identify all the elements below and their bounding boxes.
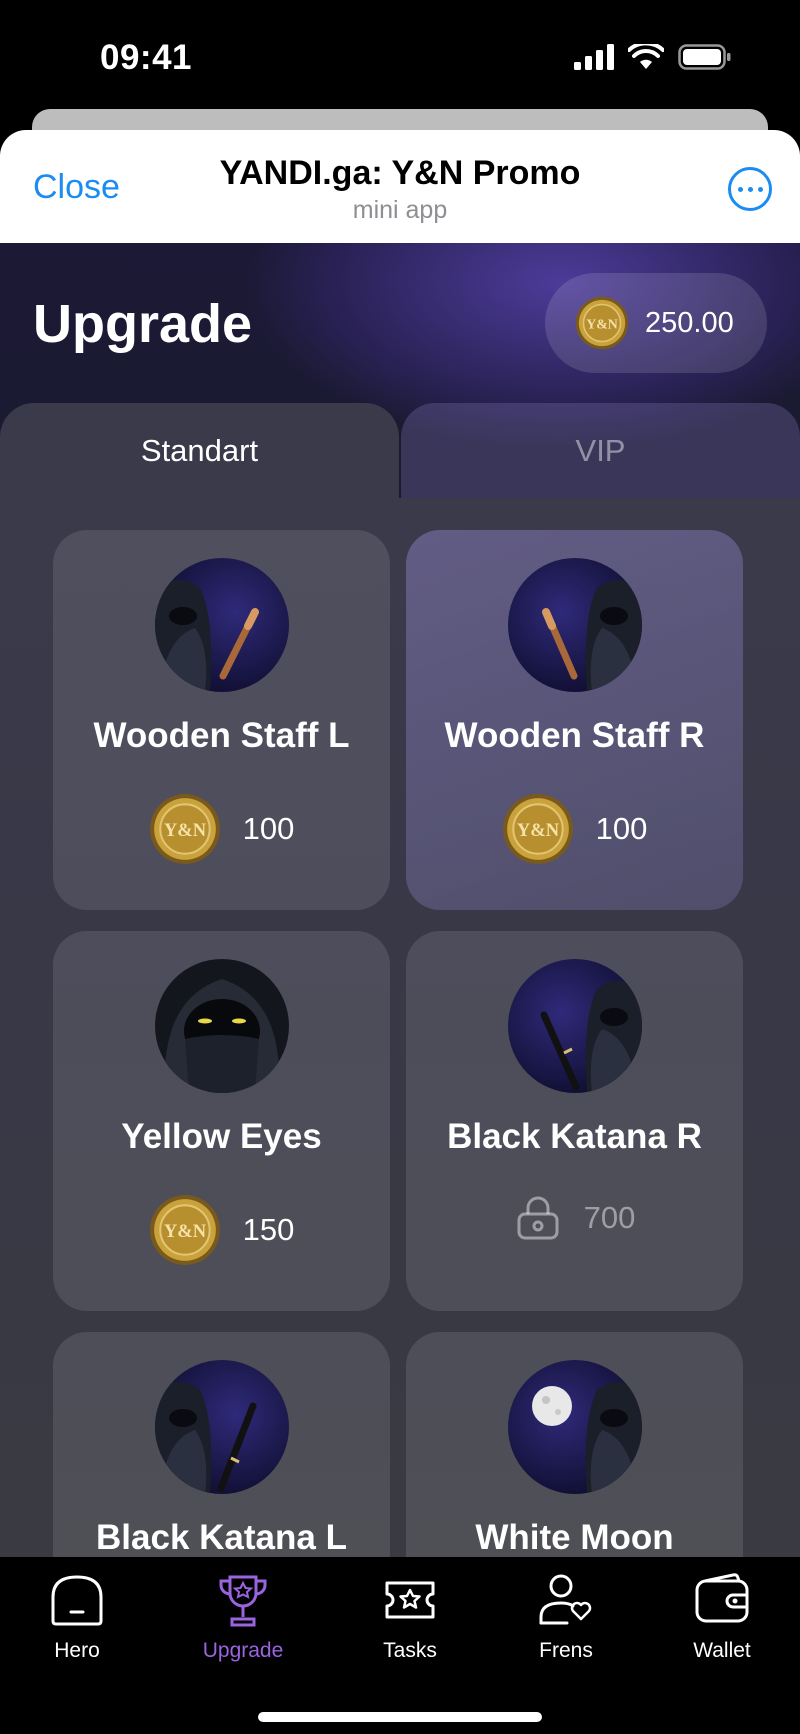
status-time: 09:41 bbox=[100, 38, 193, 77]
upgrade-card-black-katana-r[interactable]: Black Katana R 700 bbox=[406, 931, 743, 1311]
upgrade-card-price-value: 700 bbox=[583, 1200, 636, 1235]
status-bar: 09:41 bbox=[0, 0, 800, 115]
upgrade-card-yellow-eyes[interactable]: Yellow Eyes Y&N 150 bbox=[53, 931, 390, 1311]
upgrade-card-name: Black Katana R bbox=[447, 1117, 702, 1156]
more-dot-icon bbox=[737, 186, 743, 192]
tab-standart[interactable]: Standart bbox=[0, 403, 399, 498]
nav-item-upgrade[interactable]: Upgrade bbox=[173, 1571, 313, 1663]
upgrade-card-price: Y&N 100 bbox=[406, 793, 743, 865]
coin-label: Y&N bbox=[586, 317, 618, 332]
friends-icon bbox=[539, 1574, 592, 1625]
more-dot-icon bbox=[747, 186, 753, 192]
signal-icon bbox=[574, 44, 614, 70]
ninja-katana-right-avatar bbox=[507, 959, 642, 1093]
upgrade-card-name: Wooden Staff L bbox=[93, 716, 350, 755]
header-subtitle: mini app bbox=[352, 196, 448, 224]
nav-label: Upgrade bbox=[202, 1639, 284, 1662]
coin-label: Y&N bbox=[164, 1222, 207, 1242]
wifi-icon bbox=[628, 44, 664, 69]
page-title: Upgrade bbox=[33, 294, 253, 354]
upgrade-card-black-katana-l[interactable]: Black Katana L bbox=[53, 1332, 390, 1557]
home-indicator bbox=[258, 1712, 542, 1722]
nav-label: Frens bbox=[539, 1639, 593, 1662]
tab-vip[interactable]: VIP bbox=[401, 403, 800, 498]
upgrade-card-name: Wooden Staff R bbox=[444, 716, 705, 755]
tab-bar: Standart VIP bbox=[0, 403, 800, 498]
miniapp-header: Close YANDI.ga: Y&N Promo mini app bbox=[0, 130, 800, 243]
wallet-icon bbox=[695, 1573, 749, 1623]
ninja-katana-left-avatar bbox=[154, 1360, 289, 1494]
balance-value: 250.00 bbox=[645, 306, 734, 339]
ninja-yellow-eyes-avatar bbox=[154, 959, 289, 1093]
nav-label: Wallet bbox=[693, 1639, 751, 1662]
upgrade-card-name: White Moon bbox=[475, 1518, 674, 1557]
nav-label: Tasks bbox=[383, 1639, 437, 1662]
upgrade-card-wooden-staff-r[interactable]: Wooden Staff R Y&N 100 bbox=[406, 530, 743, 910]
upgrade-card-price-value: 100 bbox=[595, 811, 648, 846]
nav-item-tasks[interactable]: Tasks bbox=[340, 1571, 480, 1663]
upgrade-card-price: Y&N 150 bbox=[53, 1194, 390, 1266]
upgrade-card-price: 700 bbox=[406, 1194, 743, 1242]
battery-icon bbox=[678, 44, 731, 70]
coin-icon: Y&N bbox=[149, 794, 220, 864]
bottom-nav: Hero Upgrade Tasks Frens Wallet bbox=[0, 1557, 800, 1734]
ninja-staff-right-avatar bbox=[507, 558, 642, 692]
upgrade-card-name: Black Katana L bbox=[96, 1518, 347, 1557]
more-dot-icon bbox=[757, 186, 763, 192]
lock-icon bbox=[517, 1196, 559, 1240]
upgrade-card-price-value: 150 bbox=[242, 1212, 295, 1247]
status-icons bbox=[574, 44, 732, 70]
nav-item-wallet[interactable]: Wallet bbox=[652, 1571, 792, 1663]
coin-icon: Y&N bbox=[149, 1195, 220, 1265]
upgrade-card-price: Y&N 100 bbox=[53, 793, 390, 865]
coin-icon: Y&N bbox=[502, 794, 573, 864]
ninja-white-moon-avatar bbox=[507, 1360, 642, 1494]
upgrade-card-white-moon[interactable]: White Moon bbox=[406, 1332, 743, 1557]
coin-label: Y&N bbox=[164, 821, 207, 841]
upgrade-card-name: Yellow Eyes bbox=[121, 1117, 322, 1156]
upgrade-card-price-value: 100 bbox=[242, 811, 295, 846]
app-content: Upgrade Y&N 250.00 Standart VIP Wooden S… bbox=[0, 243, 800, 1557]
trophy-icon bbox=[219, 1575, 267, 1627]
upgrades-panel: Wooden Staff L Y&N 100 Wooden Staff R Y&… bbox=[0, 498, 800, 1557]
hero-icon bbox=[51, 1575, 103, 1626]
coin-icon: Y&N bbox=[575, 296, 629, 350]
balance-pill: Y&N 250.00 bbox=[545, 273, 767, 373]
ninja-staff-left-avatar bbox=[154, 558, 289, 692]
nav-label: Hero bbox=[54, 1639, 100, 1662]
header-title: YANDI.ga: Y&N Promo bbox=[219, 154, 581, 192]
upgrade-card-wooden-staff-l[interactable]: Wooden Staff L Y&N 100 bbox=[53, 530, 390, 910]
ticket-star-icon bbox=[385, 1581, 435, 1619]
nav-item-hero[interactable]: Hero bbox=[7, 1571, 147, 1663]
nav-item-frens[interactable]: Frens bbox=[496, 1571, 636, 1663]
more-options-button[interactable] bbox=[728, 167, 772, 211]
coin-label: Y&N bbox=[517, 821, 560, 841]
